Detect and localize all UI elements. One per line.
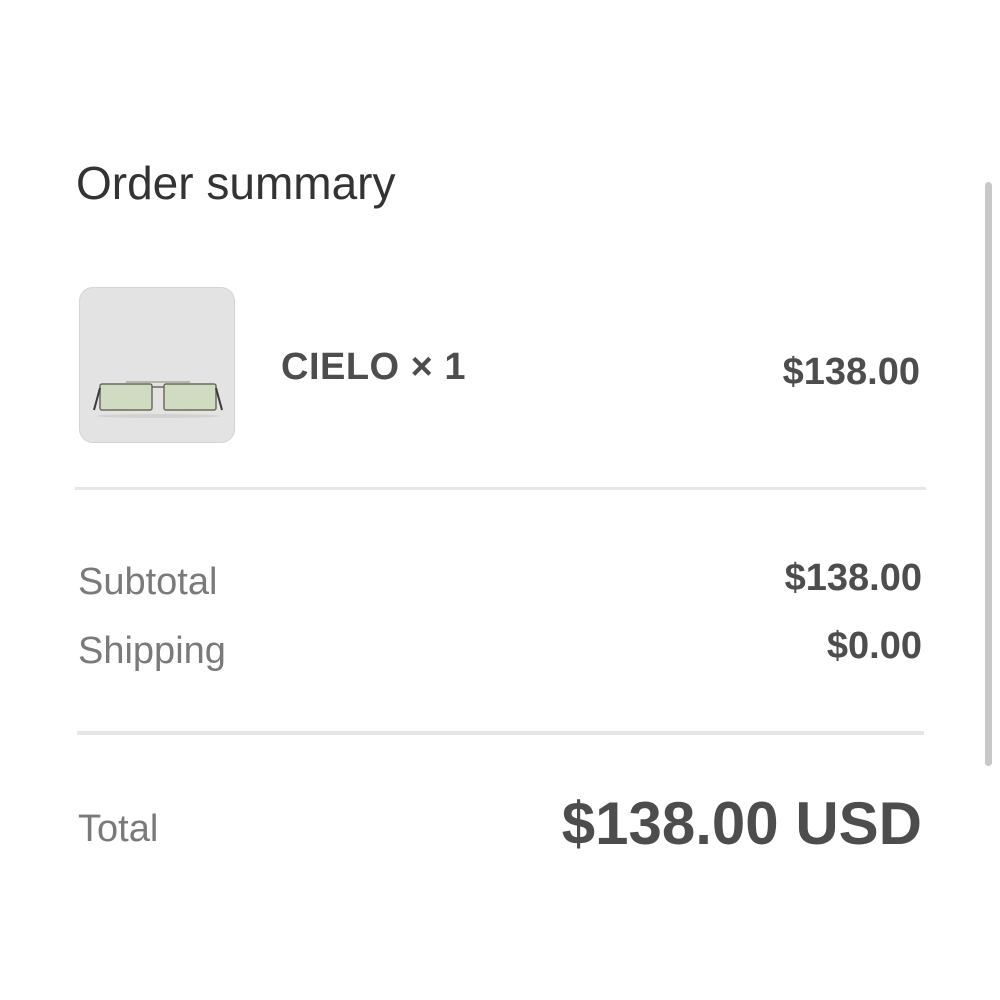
- divider: [77, 731, 924, 735]
- divider: [75, 487, 926, 490]
- order-summary-panel: Order summary CIELO × 1 $138.00 Subtotal…: [0, 0, 1000, 1000]
- shipping-label: Shipping: [78, 630, 226, 672]
- total-value: $138.00 USD: [561, 790, 922, 857]
- product-name-quantity: CIELO × 1: [281, 346, 467, 388]
- product-price: $138.00: [782, 351, 920, 393]
- order-summary-title: Order summary: [76, 157, 396, 209]
- subtotal-label: Subtotal: [78, 561, 218, 603]
- total-label: Total: [78, 808, 159, 850]
- scrollbar[interactable]: [985, 182, 992, 766]
- product-thumbnail: [79, 287, 235, 443]
- shipping-value: $0.00: [826, 625, 922, 667]
- sunglasses-image: [93, 381, 223, 418]
- subtotal-value: $138.00: [784, 557, 922, 599]
